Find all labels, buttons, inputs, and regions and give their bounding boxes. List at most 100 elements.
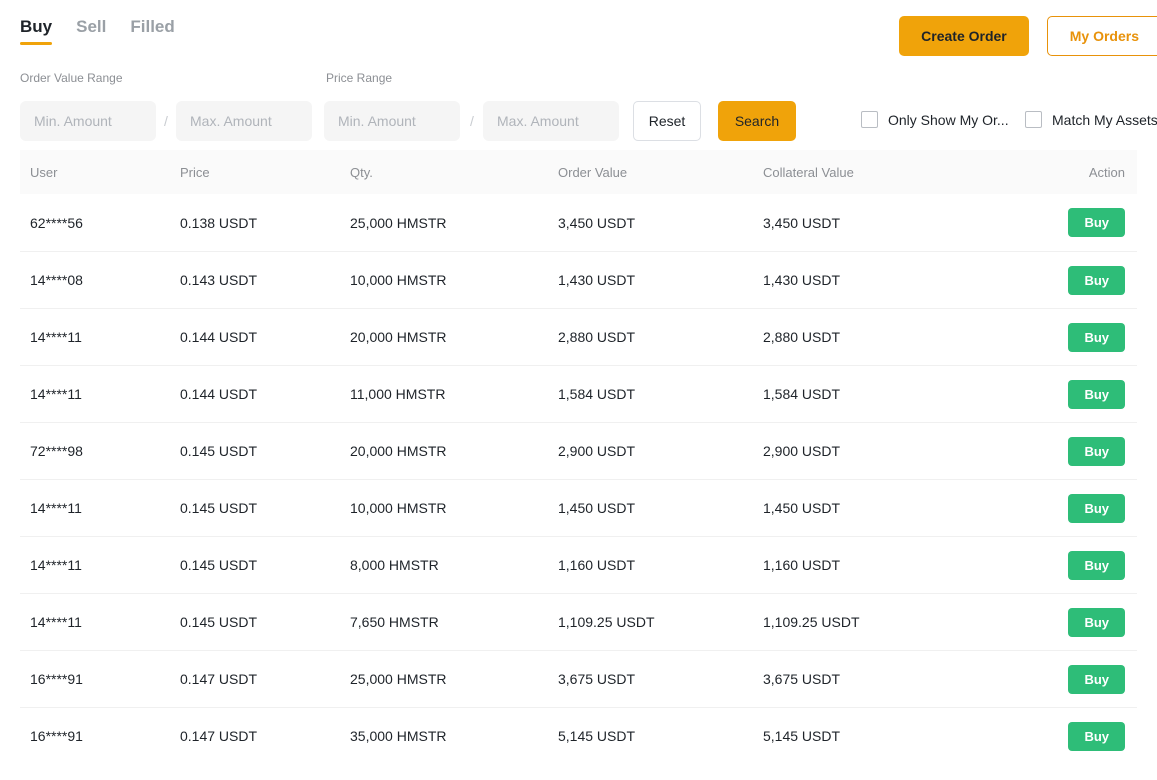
match-my-assets-checkbox[interactable] <box>1025 111 1042 128</box>
table-row: 14****110.145 USDT8,000 HMSTR1,160 USDT1… <box>20 536 1137 593</box>
cell-qty: 25,000 HMSTR <box>350 215 558 231</box>
cell-user: 14****11 <box>20 614 180 630</box>
cell-qty: 11,000 HMSTR <box>350 386 558 402</box>
filter-bar: Order Value Range Price Range / / Reset … <box>0 62 1157 150</box>
cell-action: Buy <box>988 551 1137 580</box>
table-row: 16****910.147 USDT35,000 HMSTR5,145 USDT… <box>20 707 1137 764</box>
cell-user: 14****11 <box>20 500 180 516</box>
table-row: 72****980.145 USDT20,000 HMSTR2,900 USDT… <box>20 422 1137 479</box>
cell-collateral-value: 1,450 USDT <box>763 500 988 516</box>
table-row: 14****110.145 USDT10,000 HMSTR1,450 USDT… <box>20 479 1137 536</box>
buy-button[interactable]: Buy <box>1068 665 1125 694</box>
cell-qty: 7,650 HMSTR <box>350 614 558 630</box>
cell-price: 0.144 USDT <box>180 386 350 402</box>
match-my-assets-checkbox-group[interactable]: Match My Assets <box>1025 111 1157 128</box>
cell-qty: 10,000 HMSTR <box>350 272 558 288</box>
table-row: 62****560.138 USDT25,000 HMSTR3,450 USDT… <box>20 194 1137 251</box>
table-row: 14****110.144 USDT11,000 HMSTR1,584 USDT… <box>20 365 1137 422</box>
cell-price: 0.145 USDT <box>180 443 350 459</box>
cell-action: Buy <box>988 608 1137 637</box>
orders-table: User Price Qty. Order Value Collateral V… <box>0 150 1157 764</box>
cell-action: Buy <box>988 323 1137 352</box>
cell-order-value: 3,450 USDT <box>558 215 763 231</box>
table-body: 62****560.138 USDT25,000 HMSTR3,450 USDT… <box>20 194 1137 764</box>
price-range-label: Price Range <box>326 72 392 84</box>
cell-user: 16****91 <box>20 671 180 687</box>
cell-order-value: 1,584 USDT <box>558 386 763 402</box>
cell-price: 0.145 USDT <box>180 614 350 630</box>
only-show-my-orders-label: Only Show My Or... <box>888 113 1009 127</box>
table-row: 16****910.147 USDT25,000 HMSTR3,675 USDT… <box>20 650 1137 707</box>
filter-labels: Order Value Range Price Range <box>20 72 1137 86</box>
cell-order-value: 2,880 USDT <box>558 329 763 345</box>
column-header-order-value: Order Value <box>558 165 763 180</box>
cell-price: 0.144 USDT <box>180 329 350 345</box>
cell-order-value: 1,109.25 USDT <box>558 614 763 630</box>
tab-filled[interactable]: Filled <box>130 18 174 45</box>
buy-button[interactable]: Buy <box>1068 380 1125 409</box>
cell-collateral-value: 5,145 USDT <box>763 728 988 744</box>
tab-filled-label: Filled <box>130 17 174 36</box>
cell-user: 14****11 <box>20 557 180 573</box>
tab-sell-label: Sell <box>76 17 106 36</box>
cell-action: Buy <box>988 208 1137 237</box>
topbar-actions: Create Order My Orders <box>899 16 1157 56</box>
column-header-price: Price <box>180 165 350 180</box>
cell-action: Buy <box>988 494 1137 523</box>
cell-price: 0.138 USDT <box>180 215 350 231</box>
cell-price: 0.143 USDT <box>180 272 350 288</box>
price-min-input[interactable] <box>324 101 460 141</box>
column-header-qty: Qty. <box>350 165 558 180</box>
buy-button[interactable]: Buy <box>1068 266 1125 295</box>
buy-button[interactable]: Buy <box>1068 208 1125 237</box>
tab-sell[interactable]: Sell <box>76 18 106 45</box>
buy-button[interactable]: Buy <box>1068 323 1125 352</box>
cell-qty: 8,000 HMSTR <box>350 557 558 573</box>
cell-user: 14****11 <box>20 329 180 345</box>
cell-collateral-value: 2,880 USDT <box>763 329 988 345</box>
table-row: 14****110.145 USDT7,650 HMSTR1,109.25 US… <box>20 593 1137 650</box>
match-my-assets-label: Match My Assets <box>1052 113 1157 127</box>
cell-qty: 25,000 HMSTR <box>350 671 558 687</box>
search-button[interactable]: Search <box>718 101 796 141</box>
cell-collateral-value: 3,450 USDT <box>763 215 988 231</box>
cell-user: 14****11 <box>20 386 180 402</box>
cell-collateral-value: 1,430 USDT <box>763 272 988 288</box>
cell-order-value: 3,675 USDT <box>558 671 763 687</box>
cell-order-value: 1,450 USDT <box>558 500 763 516</box>
only-show-my-orders-checkbox[interactable] <box>861 111 878 128</box>
create-order-button[interactable]: Create Order <box>899 16 1029 56</box>
cell-collateral-value: 1,584 USDT <box>763 386 988 402</box>
cell-action: Buy <box>988 380 1137 409</box>
cell-user: 72****98 <box>20 443 180 459</box>
tab-buy-label: Buy <box>20 17 52 36</box>
cell-action: Buy <box>988 665 1137 694</box>
cell-action: Buy <box>988 266 1137 295</box>
price-range-separator: / <box>470 113 474 129</box>
only-show-my-orders-checkbox-group[interactable]: Only Show My Or... <box>861 111 1009 128</box>
order-value-range-label: Order Value Range <box>20 72 123 84</box>
cell-order-value: 1,430 USDT <box>558 272 763 288</box>
buy-button[interactable]: Buy <box>1068 494 1125 523</box>
buy-button[interactable]: Buy <box>1068 437 1125 466</box>
order-value-max-input[interactable] <box>176 101 312 141</box>
buy-button[interactable]: Buy <box>1068 608 1125 637</box>
cell-order-value: 5,145 USDT <box>558 728 763 744</box>
reset-button[interactable]: Reset <box>633 101 701 141</box>
table-header-row: User Price Qty. Order Value Collateral V… <box>20 150 1137 194</box>
cell-user: 16****91 <box>20 728 180 744</box>
cell-price: 0.147 USDT <box>180 671 350 687</box>
column-header-user: User <box>20 165 180 180</box>
cell-price: 0.145 USDT <box>180 557 350 573</box>
cell-qty: 20,000 HMSTR <box>350 443 558 459</box>
buy-button[interactable]: Buy <box>1068 722 1125 751</box>
table-row: 14****080.143 USDT10,000 HMSTR1,430 USDT… <box>20 251 1137 308</box>
my-orders-button[interactable]: My Orders <box>1047 16 1157 56</box>
cell-price: 0.147 USDT <box>180 728 350 744</box>
buy-button[interactable]: Buy <box>1068 551 1125 580</box>
cell-order-value: 2,900 USDT <box>558 443 763 459</box>
column-header-collateral-value: Collateral Value <box>763 165 988 180</box>
order-value-min-input[interactable] <box>20 101 156 141</box>
tab-buy[interactable]: Buy <box>20 18 52 45</box>
price-max-input[interactable] <box>483 101 619 141</box>
